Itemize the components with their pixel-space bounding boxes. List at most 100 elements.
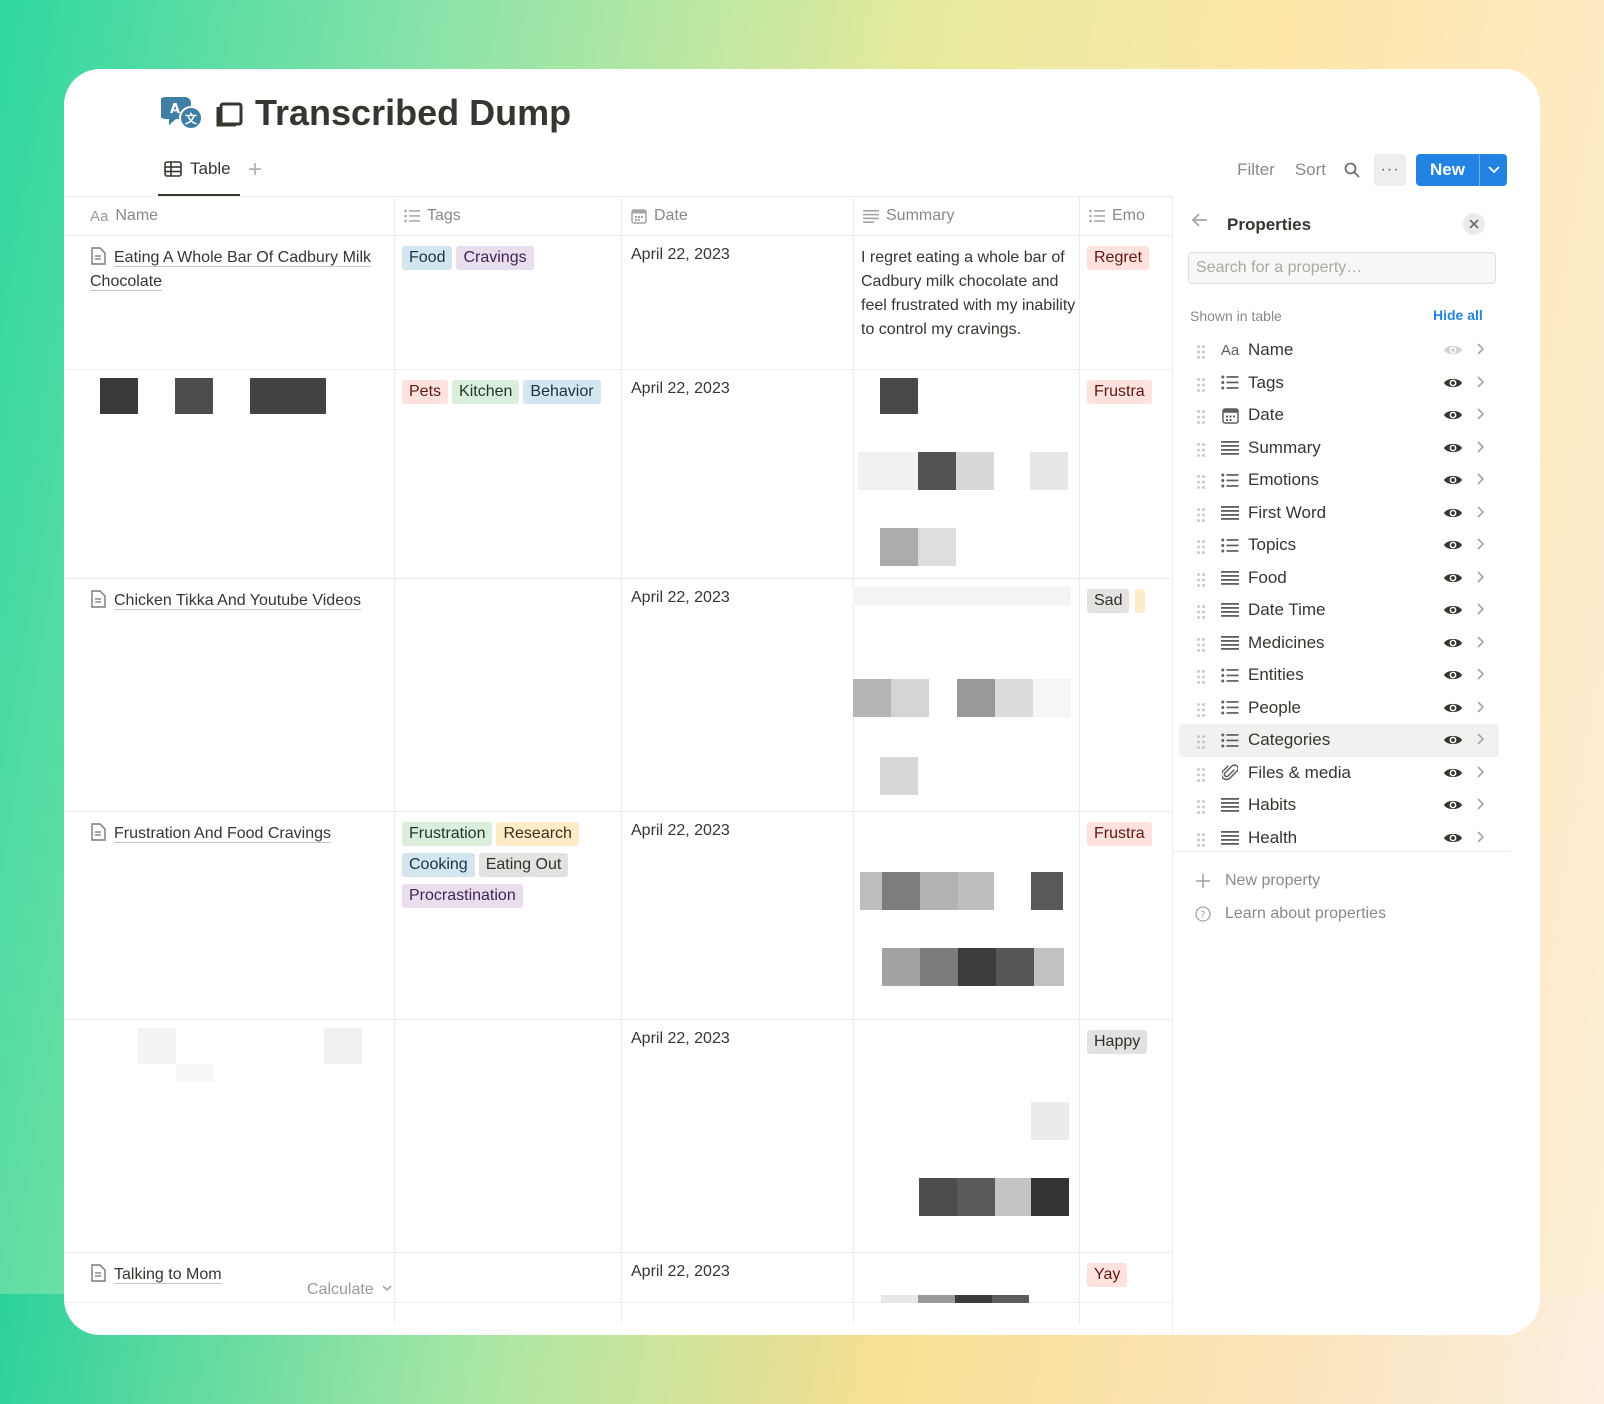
row-emotions-cell[interactable]: Frustra bbox=[1079, 812, 1172, 856]
drag-handle-icon[interactable] bbox=[1196, 377, 1206, 398]
row-summary-cell-redacted[interactable] bbox=[853, 1020, 1079, 1245]
tab-table[interactable]: Table bbox=[158, 144, 240, 196]
row-date-cell[interactable]: April 22, 2023 bbox=[621, 1020, 853, 1058]
row-summary-cell[interactable]: I regret eating a whole bar of Cadbury m… bbox=[853, 236, 1079, 352]
drag-handle-icon[interactable] bbox=[1196, 669, 1206, 690]
column-header-name[interactable]: Aa Name bbox=[64, 197, 394, 235]
row-tags-cell[interactable]: Food Cravings bbox=[394, 236, 621, 287]
column-header-date[interactable]: Date bbox=[621, 197, 853, 235]
row-summary-cell-redacted[interactable] bbox=[853, 1253, 1079, 1303]
drag-handle-icon[interactable] bbox=[1196, 442, 1206, 463]
row-name[interactable]: Chicken Tikka And Youtube Videos bbox=[114, 592, 361, 610]
eye-icon[interactable] bbox=[1443, 636, 1463, 655]
translate-chat-icon[interactable]: A 文 bbox=[161, 91, 205, 135]
drag-handle-icon[interactable] bbox=[1196, 409, 1206, 430]
property-item[interactable]: Date bbox=[1179, 399, 1499, 432]
row-name-cell[interactable]: Frustration And Food Cravings bbox=[64, 812, 384, 856]
row-tags-cell[interactable] bbox=[394, 1020, 621, 1040]
drag-handle-icon[interactable] bbox=[1196, 702, 1206, 723]
eye-icon[interactable] bbox=[1443, 733, 1463, 752]
drag-handle-icon[interactable] bbox=[1196, 734, 1206, 755]
new-property-button[interactable]: New property bbox=[1195, 872, 1320, 890]
chevron-right-icon[interactable] bbox=[1476, 700, 1485, 719]
column-header-summary[interactable]: Summary bbox=[853, 197, 1079, 235]
new-dropdown-button[interactable] bbox=[1479, 154, 1507, 186]
drag-handle-icon[interactable] bbox=[1196, 474, 1206, 495]
row-date-cell[interactable]: April 22, 2023 bbox=[621, 579, 853, 617]
property-item[interactable]: Habits bbox=[1179, 789, 1499, 822]
chevron-right-icon[interactable] bbox=[1476, 765, 1485, 784]
row-emotions-cell[interactable]: Sad bbox=[1079, 579, 1172, 623]
eye-icon[interactable] bbox=[1443, 441, 1463, 460]
chevron-right-icon[interactable] bbox=[1476, 635, 1485, 654]
property-item[interactable]: Aa Name bbox=[1179, 334, 1499, 367]
back-button[interactable] bbox=[1191, 212, 1209, 233]
chevron-right-icon[interactable] bbox=[1476, 830, 1485, 849]
drag-handle-icon[interactable] bbox=[1196, 344, 1206, 365]
eye-icon[interactable] bbox=[1443, 798, 1463, 817]
row-date-cell[interactable]: April 22, 2023 bbox=[621, 812, 853, 850]
row-name-cell-redacted[interactable] bbox=[64, 1020, 384, 1245]
chevron-right-icon[interactable] bbox=[1476, 732, 1485, 751]
row-tags-cell[interactable] bbox=[394, 1253, 621, 1273]
sort-button[interactable]: Sort bbox=[1285, 160, 1336, 180]
eye-icon[interactable] bbox=[1443, 506, 1463, 525]
close-button[interactable] bbox=[1463, 213, 1485, 235]
chevron-right-icon[interactable] bbox=[1476, 667, 1485, 686]
table-row[interactable]: April 22, 2023 Happy bbox=[64, 1020, 1172, 1253]
property-item[interactable]: Food bbox=[1179, 562, 1499, 595]
property-item[interactable]: Categories bbox=[1179, 724, 1499, 757]
chevron-right-icon[interactable] bbox=[1476, 797, 1485, 816]
page-title-text[interactable]: Transcribed Dump bbox=[255, 92, 571, 134]
new-button[interactable]: New bbox=[1416, 154, 1479, 186]
property-item[interactable]: Emotions bbox=[1179, 464, 1499, 497]
property-item[interactable]: Tags bbox=[1179, 367, 1499, 400]
chevron-right-icon[interactable] bbox=[1476, 407, 1485, 426]
row-summary-cell-redacted[interactable] bbox=[853, 370, 1079, 570]
row-name[interactable]: Talking to Mom bbox=[114, 1266, 222, 1284]
eye-icon[interactable] bbox=[1443, 668, 1463, 687]
table-row[interactable]: Frustration And Food Cravings Frustratio… bbox=[64, 812, 1172, 1020]
eye-icon[interactable] bbox=[1443, 766, 1463, 785]
row-tags-cell[interactable]: Frustration Research Cooking Eating Out Proc… bbox=[394, 812, 621, 925]
property-item[interactable]: Topics bbox=[1179, 529, 1499, 562]
eye-icon[interactable] bbox=[1443, 376, 1463, 395]
drag-handle-icon[interactable] bbox=[1196, 767, 1206, 788]
eye-icon[interactable] bbox=[1443, 603, 1463, 622]
row-date-cell[interactable]: April 22, 2023 bbox=[621, 370, 853, 408]
chevron-right-icon[interactable] bbox=[1476, 440, 1485, 459]
chevron-right-icon[interactable] bbox=[1476, 472, 1485, 491]
drag-handle-icon[interactable] bbox=[1196, 507, 1206, 528]
chevron-right-icon[interactable] bbox=[1476, 537, 1485, 556]
row-emotions-cell[interactable]: Yay bbox=[1079, 1253, 1172, 1297]
column-header-tags[interactable]: Tags bbox=[394, 197, 621, 235]
row-date-cell[interactable]: April 22, 2023 bbox=[621, 236, 853, 274]
table-row[interactable]: Talking to Mom April 22, 2023 Yay bbox=[64, 1253, 1172, 1303]
filter-button[interactable]: Filter bbox=[1227, 160, 1285, 180]
property-item[interactable]: Health bbox=[1179, 822, 1499, 855]
learn-about-properties-link[interactable]: ? Learn about properties bbox=[1195, 905, 1386, 923]
chevron-right-icon[interactable] bbox=[1476, 505, 1485, 524]
more-button[interactable]: ··· bbox=[1374, 154, 1407, 186]
row-tags-cell[interactable]: Pets Kitchen Behavior bbox=[394, 370, 621, 421]
table-row[interactable]: Eating A Whole Bar Of Cadbury Milk Choco… bbox=[64, 236, 1172, 370]
eye-icon[interactable] bbox=[1443, 408, 1463, 427]
row-tags-cell[interactable] bbox=[394, 579, 621, 599]
row-summary-cell-redacted[interactable] bbox=[853, 579, 1079, 804]
column-header-emotions[interactable]: Emo bbox=[1079, 197, 1172, 235]
row-emotions-cell[interactable]: Regret bbox=[1079, 236, 1172, 280]
row-date-cell[interactable]: April 22, 2023 bbox=[621, 1253, 853, 1291]
eye-icon[interactable] bbox=[1443, 571, 1463, 590]
property-item[interactable]: Entities bbox=[1179, 659, 1499, 692]
chevron-right-icon[interactable] bbox=[1476, 375, 1485, 394]
property-item[interactable]: Files & media bbox=[1179, 757, 1499, 790]
row-name[interactable]: Frustration And Food Cravings bbox=[114, 825, 331, 843]
property-item[interactable]: Summary bbox=[1179, 432, 1499, 465]
eye-icon[interactable] bbox=[1443, 473, 1463, 492]
chevron-right-icon[interactable] bbox=[1476, 342, 1485, 361]
property-item[interactable]: People bbox=[1179, 692, 1499, 725]
drag-handle-icon[interactable] bbox=[1196, 539, 1206, 560]
chevron-right-icon[interactable] bbox=[1476, 602, 1485, 621]
drag-handle-icon[interactable] bbox=[1196, 572, 1206, 593]
row-name-cell[interactable]: Eating A Whole Bar Of Cadbury Milk Choco… bbox=[64, 236, 384, 304]
